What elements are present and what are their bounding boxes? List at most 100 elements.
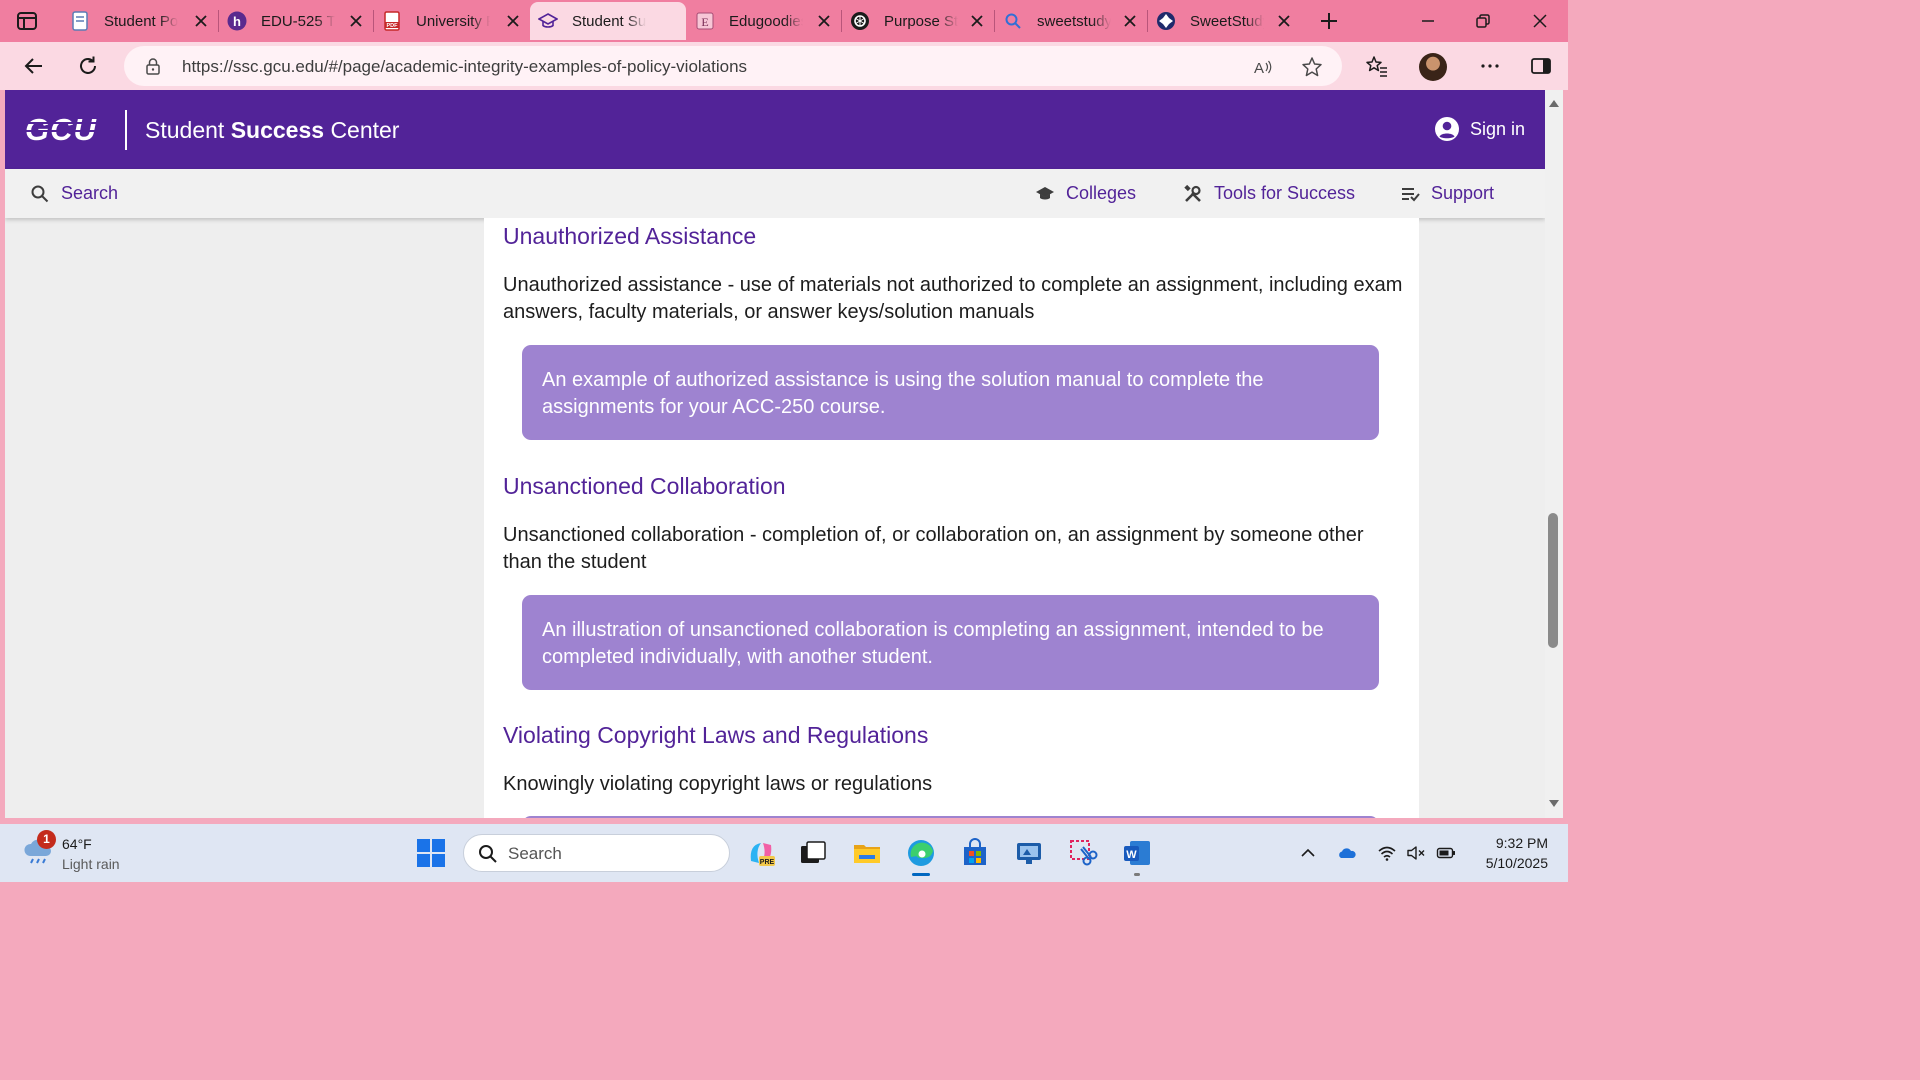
speaker-muted-icon[interactable] — [1406, 843, 1426, 863]
edge-active-indicator — [912, 873, 930, 876]
tab-edugoodies[interactable]: E Edugoodies — [687, 2, 840, 40]
scroll-down-icon[interactable] — [1548, 799, 1560, 809]
graduation-cap-icon — [1036, 186, 1054, 199]
remote-desktop-icon[interactable] — [1013, 837, 1045, 869]
windows-taskbar: 1 64°F Light rain Search PRE W 9:32 PM 5… — [0, 824, 1568, 882]
example-callout-partial — [522, 816, 1379, 818]
tab-title: Student Succ — [572, 12, 646, 30]
clock-date: 5/10/2025 — [1485, 855, 1548, 871]
section-heading-unauthorized-assistance: Unauthorized Assistance — [503, 223, 757, 249]
file-explorer-icon[interactable] — [851, 837, 883, 869]
read-aloud-icon[interactable]: A — [1252, 56, 1274, 78]
section-heading-violating-copyright: Violating Copyright Laws and Regulations — [503, 722, 929, 748]
gcu-logo[interactable]: GCU — [24, 112, 104, 146]
site-search-button[interactable]: Search — [30, 183, 118, 204]
word-icon[interactable]: W — [1121, 837, 1153, 869]
snipping-tool-icon[interactable] — [1067, 837, 1099, 869]
close-icon[interactable] — [505, 13, 521, 29]
site-header: GCU Student Success Center Sign in — [5, 90, 1545, 169]
example-callout: An example of authorized assistance is u… — [522, 345, 1379, 440]
tab-university-pdf[interactable]: PDF University Po — [374, 2, 529, 40]
favorites-icon[interactable] — [1365, 54, 1389, 78]
taskbar-search[interactable]: Search — [463, 834, 730, 872]
show-hidden-icons-icon[interactable] — [1298, 843, 1318, 863]
scrollbar-thumb[interactable] — [1548, 513, 1558, 648]
tab-edu-525[interactable]: h EDU-525 Top — [219, 2, 372, 40]
weather-badge: 1 — [37, 830, 56, 849]
refresh-icon[interactable] — [76, 54, 100, 78]
tab-title: SweetStudy — [1190, 12, 1264, 30]
graduation-cap-icon — [538, 13, 558, 28]
weather-widget[interactable]: 1 64°F Light rain — [22, 830, 120, 874]
edge-browser-icon[interactable] — [905, 837, 937, 869]
section-heading-unsanctioned-collaboration: Unsanctioned Collaboration — [503, 473, 786, 499]
tab-sweetstudy-search[interactable]: sweetstudy — [995, 2, 1146, 40]
lock-icon[interactable] — [144, 57, 162, 75]
more-options-icon[interactable] — [1478, 54, 1502, 78]
scroll-up-icon[interactable] — [1548, 98, 1560, 108]
back-icon[interactable] — [22, 54, 46, 78]
h-logo-icon: h — [227, 11, 247, 31]
search-icon — [31, 185, 49, 202]
nav-support[interactable]: Support — [1400, 183, 1494, 204]
section-text: Knowingly violating copyright laws or re… — [503, 773, 933, 795]
weather-rain-icon: 1 — [22, 830, 56, 866]
svg-text:E: E — [701, 15, 708, 29]
tab-sweetstudy[interactable]: SweetStudy — [1148, 2, 1300, 40]
close-icon[interactable] — [1276, 13, 1292, 29]
close-icon[interactable] — [1122, 13, 1138, 29]
new-tab-icon[interactable] — [1317, 9, 1341, 33]
svg-text:GCU: GCU — [25, 112, 98, 146]
search-icon — [479, 845, 497, 863]
wifi-icon[interactable] — [1377, 843, 1397, 863]
microsoft-store-icon[interactable] — [959, 837, 991, 869]
sign-in-button[interactable]: Sign in — [1434, 116, 1525, 142]
restore-icon[interactable] — [1471, 9, 1495, 33]
site-title[interactable]: Student Success Center — [145, 117, 399, 144]
tab-title: University Po — [416, 12, 490, 30]
battery-icon[interactable] — [1436, 843, 1456, 863]
system-clock[interactable]: 9:32 PM 5/10/2025 — [1476, 833, 1548, 873]
url-text: https://ssc.gcu.edu/#/page/academic-inte… — [182, 57, 748, 76]
close-icon[interactable] — [969, 13, 985, 29]
tab-purpose-statement[interactable]: Purpose Stat — [842, 2, 993, 40]
close-icon[interactable] — [816, 13, 832, 29]
weather-temp: 64°F — [62, 836, 92, 852]
article-content: Unauthorized Assistance Unauthorized ass… — [484, 218, 1419, 818]
document-icon — [72, 11, 88, 31]
tab-student-success-center[interactable]: Student Succ — [530, 2, 686, 40]
sidebar-toggle-icon[interactable] — [1529, 54, 1553, 78]
minimize-icon[interactable] — [1416, 9, 1440, 33]
example-callout: An illustration of unsanctioned collabor… — [522, 595, 1379, 690]
search-icon — [1005, 13, 1021, 29]
favorite-star-icon[interactable] — [1301, 56, 1323, 78]
user-account-icon — [1434, 117, 1459, 141]
address-bar[interactable]: https://ssc.gcu.edu/#/page/academic-inte… — [124, 46, 1342, 86]
pdf-icon: PDF — [384, 11, 400, 31]
tools-icon — [1184, 184, 1201, 202]
tab-student-portal[interactable]: Student Port — [62, 2, 217, 40]
tab-title: sweetstudy — [1037, 12, 1111, 30]
close-window-icon[interactable] — [1528, 9, 1552, 33]
section-text: Unauthorized assistance - use of materia… — [503, 274, 1403, 323]
windows-start-icon[interactable] — [415, 837, 447, 869]
tab-actions-icon[interactable] — [14, 9, 40, 33]
nav-colleges[interactable]: Colleges — [1035, 183, 1136, 204]
svg-text:W: W — [1126, 849, 1137, 861]
address-toolbar: https://ssc.gcu.edu/#/page/academic-inte… — [0, 42, 1568, 90]
close-icon[interactable] — [348, 13, 364, 29]
weather-desc: Light rain — [62, 856, 120, 872]
site-subnav: Search Colleges Tools for Success Suppor… — [5, 169, 1545, 218]
svg-text:h: h — [233, 14, 241, 29]
edugoodies-icon: E — [696, 12, 714, 30]
close-icon[interactable] — [193, 13, 209, 29]
onedrive-icon[interactable] — [1337, 843, 1357, 863]
page-viewport: GCU Student Success Center Sign in Searc… — [5, 90, 1545, 818]
task-view-icon[interactable] — [797, 837, 829, 869]
profile-avatar[interactable] — [1419, 53, 1447, 81]
nav-tools-for-success[interactable]: Tools for Success — [1183, 183, 1355, 204]
svg-text:PRE: PRE — [760, 859, 775, 866]
copilot-icon[interactable]: PRE — [745, 837, 777, 869]
page-scrollbar[interactable] — [1545, 90, 1563, 818]
openai-icon — [851, 12, 869, 30]
